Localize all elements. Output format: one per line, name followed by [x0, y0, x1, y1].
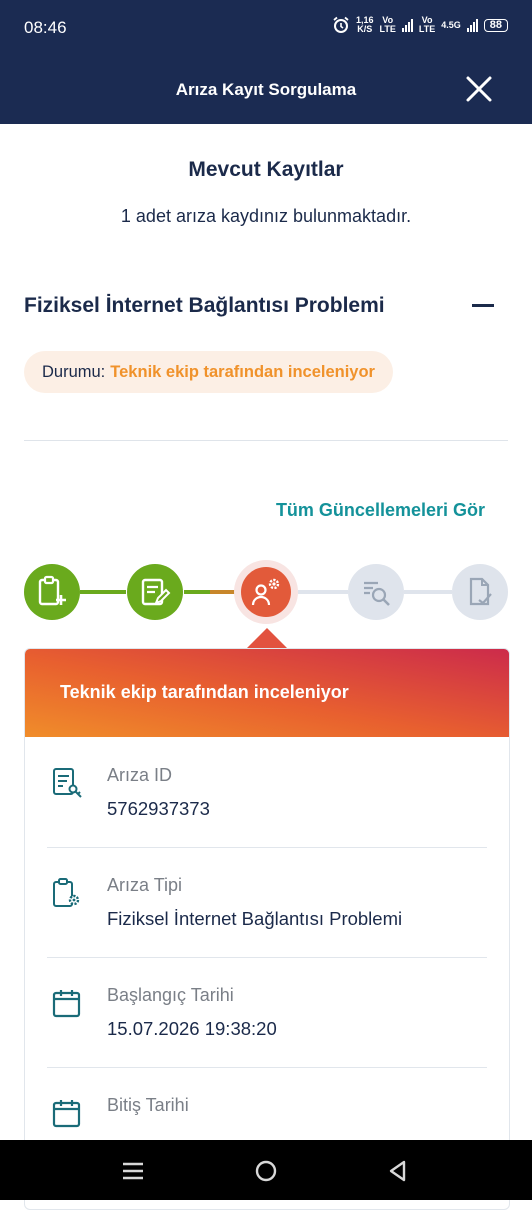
step-search-list[interactable] — [348, 564, 404, 620]
net-speed-unit: K/S — [357, 24, 373, 34]
step-document-edit[interactable] — [127, 564, 183, 620]
app-bar-title: Arıza Kayıt Sorgulama — [175, 80, 357, 99]
document-check-icon — [469, 577, 492, 606]
field-label: Bitiş Tarihi — [107, 1095, 189, 1115]
signal-2-icon — [466, 18, 478, 32]
alarm-icon — [333, 16, 349, 33]
field-value: 5762937373 — [107, 798, 210, 819]
progress-stepper — [0, 560, 532, 650]
step-document-check[interactable] — [452, 564, 508, 620]
status-time: 08:46 — [24, 18, 67, 37]
status-badge: Durumu: Teknik ekip tarafından inceleniy… — [24, 351, 393, 393]
status-label: Durumu: — [42, 362, 106, 381]
record-title[interactable]: Fiziksel İnternet Bağlantısı Problemi — [24, 294, 385, 318]
menu-icon[interactable] — [120, 1158, 146, 1184]
signal-1-icon — [401, 18, 413, 32]
detail-card: Teknik ekip tarafından inceleniyor Arıza… — [24, 648, 510, 1210]
app-bar: Arıza Kayıt Sorgulama — [0, 56, 532, 124]
step-clipboard-add[interactable] — [24, 564, 80, 620]
divider — [24, 440, 508, 441]
calendar-icon — [52, 990, 81, 1018]
net-speed: 1,16 K/S — [356, 16, 374, 34]
field-label: Başlangıç Tarihi — [107, 985, 234, 1005]
field-value: Fiziksel İnternet Bağlantısı Problemi — [107, 908, 403, 929]
search-list-icon — [364, 581, 390, 606]
all-updates-link[interactable]: Tüm Güncellemeleri Gör — [276, 500, 485, 521]
clipboard-gear-icon — [53, 878, 80, 907]
document-key-icon — [53, 768, 82, 798]
calendar-icon — [52, 1100, 81, 1128]
volte-2-bottom: LTE — [418, 24, 436, 34]
field-row-fault-type: Arıza Tipi Fiziksel İnternet Bağlantısı … — [47, 847, 487, 958]
page-heading: Mevcut Kayıtlar — [188, 158, 344, 181]
network-type: 4.5G — [441, 19, 461, 30]
field-row-start-date: Başlangıç Tarihi 15.07.2026 19:38:20 — [47, 957, 487, 1068]
field-label: Arıza ID — [107, 765, 173, 785]
field-row-fault-id: Arıza ID 5762937373 — [47, 737, 487, 848]
system-nav-bar — [0, 1140, 532, 1200]
detail-card-title: Teknik ekip tarafından inceleniyor — [60, 682, 349, 702]
close-icon[interactable] — [464, 74, 494, 104]
status-bar: 08:46 1,16 K/S Vo LTE Vo LTE 4.5G 88 — [0, 0, 532, 56]
active-step-pointer — [247, 628, 287, 648]
document-edit-icon — [141, 578, 171, 606]
home-icon[interactable] — [253, 1158, 279, 1184]
volte-2: Vo LTE — [419, 16, 435, 34]
system-icons: 1,16 K/S Vo LTE Vo LTE 4.5G 88 — [332, 16, 508, 34]
network-type-label: 4.5G — [441, 19, 461, 30]
volte-1-bottom: LTE — [379, 24, 396, 34]
battery-icon: 88 — [483, 18, 508, 32]
clipboard-add-icon — [38, 575, 66, 606]
collapse-icon[interactable] — [470, 292, 496, 318]
back-icon[interactable] — [385, 1158, 411, 1184]
step-technician[interactable] — [234, 560, 298, 624]
technician-gear-icon — [251, 578, 280, 606]
status-value: Teknik ekip tarafından inceleniyor — [110, 362, 375, 381]
volte-1: Vo LTE — [380, 16, 396, 34]
field-label: Arıza Tipi — [107, 875, 183, 895]
record-count-text: 1 adet arıza kaydınız bulunmaktadır. — [120, 206, 412, 226]
detail-card-header: Teknik ekip tarafından inceleniyor — [25, 649, 509, 737]
field-value: 15.07.2026 19:38:20 — [107, 1018, 277, 1039]
